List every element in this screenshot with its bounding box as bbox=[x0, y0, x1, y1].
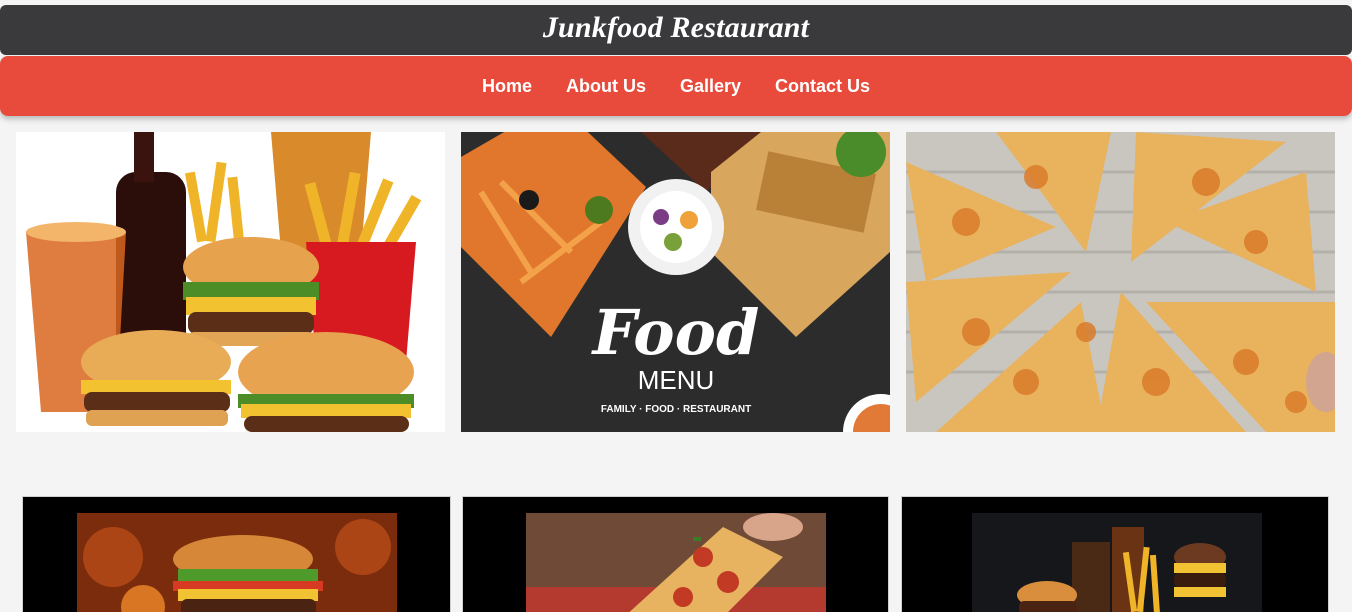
burger-drinks-image bbox=[901, 496, 1329, 612]
banner-menu-text: MENU bbox=[638, 365, 715, 395]
banner-tagline-text: FAMILY · FOOD · RESTAURANT bbox=[601, 404, 751, 415]
pizza-slice-image bbox=[462, 496, 889, 612]
main-nav: Home About Us Gallery Contact Us bbox=[0, 56, 1352, 116]
banner-food-text: Food bbox=[591, 296, 760, 369]
nav-home-link[interactable]: Home bbox=[465, 76, 549, 97]
food-menu-banner-image: Food MENU FAMILY · FOOD · RESTAURANT bbox=[461, 132, 890, 432]
site-title: Junkfood Restaurant bbox=[542, 11, 810, 44]
site-header: Junkfood Restaurant bbox=[0, 5, 1352, 55]
nav-gallery-link[interactable]: Gallery bbox=[663, 76, 758, 97]
flame-burger-image bbox=[22, 496, 451, 612]
burgers-fries-soda-image bbox=[16, 132, 445, 432]
nav-about-link[interactable]: About Us bbox=[549, 76, 663, 97]
nav-contact-link[interactable]: Contact Us bbox=[758, 76, 887, 97]
pepperoni-cheese-pizza-image bbox=[906, 132, 1335, 432]
